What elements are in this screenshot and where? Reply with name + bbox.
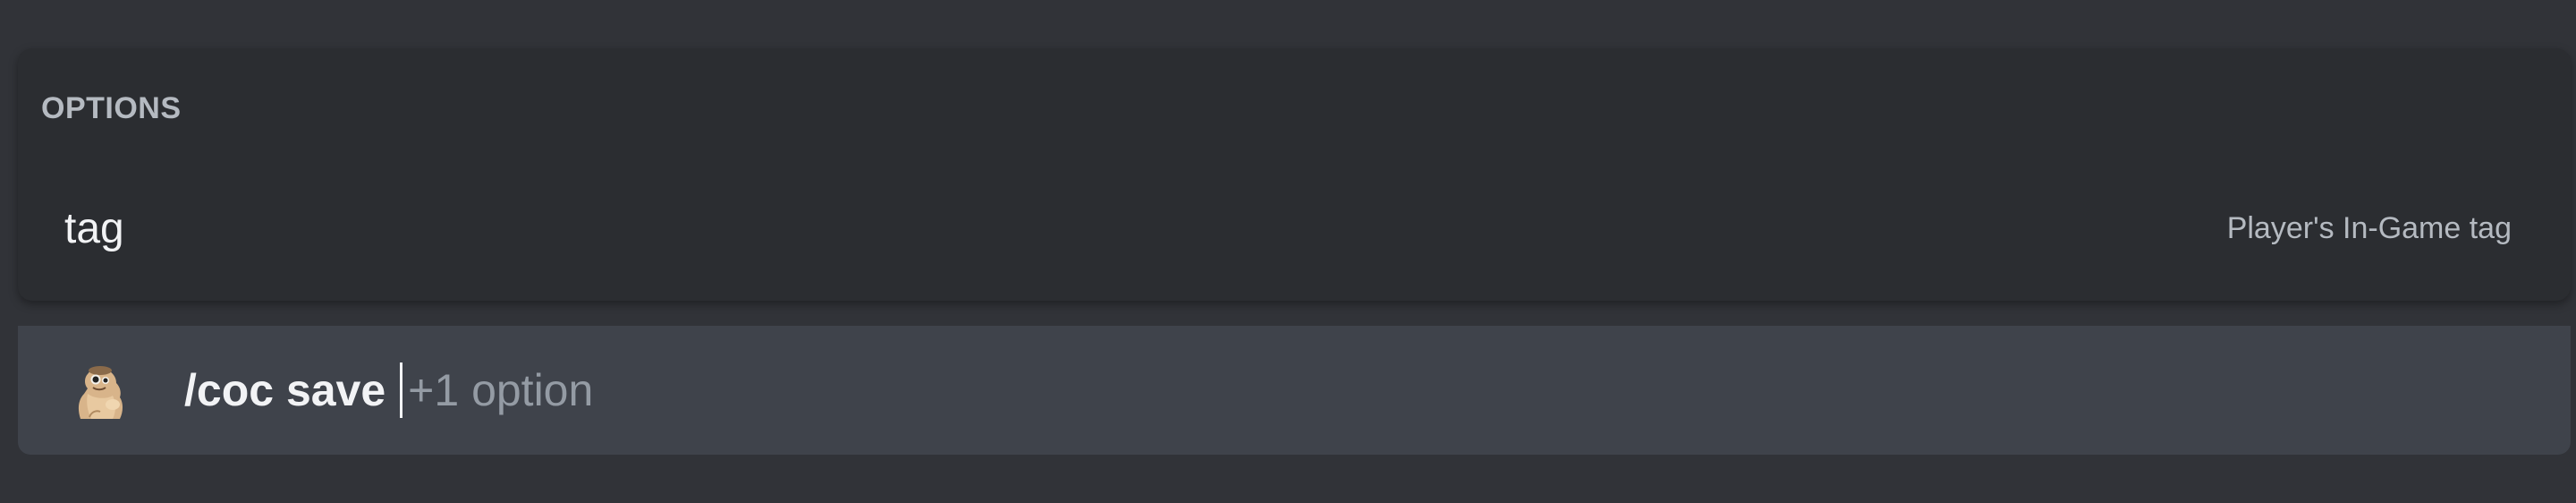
option-item-tag[interactable]: tag Player's In-Game tag xyxy=(30,183,2560,272)
options-header: OPTIONS xyxy=(41,91,182,125)
text-caret xyxy=(400,362,403,418)
option-name: tag xyxy=(64,205,124,252)
command-option-hint: +1 option xyxy=(408,365,594,415)
options-panel: OPTIONS tag Player's In-Game tag xyxy=(18,48,2571,301)
bot-avatar-icon xyxy=(68,358,132,422)
command-name: /coc save xyxy=(184,365,386,415)
command-text[interactable]: /coc save +1 option xyxy=(184,362,593,419)
option-description: Player's In-Game tag xyxy=(2226,211,2512,245)
command-input-bar[interactable]: /coc save +1 option xyxy=(18,326,2571,455)
